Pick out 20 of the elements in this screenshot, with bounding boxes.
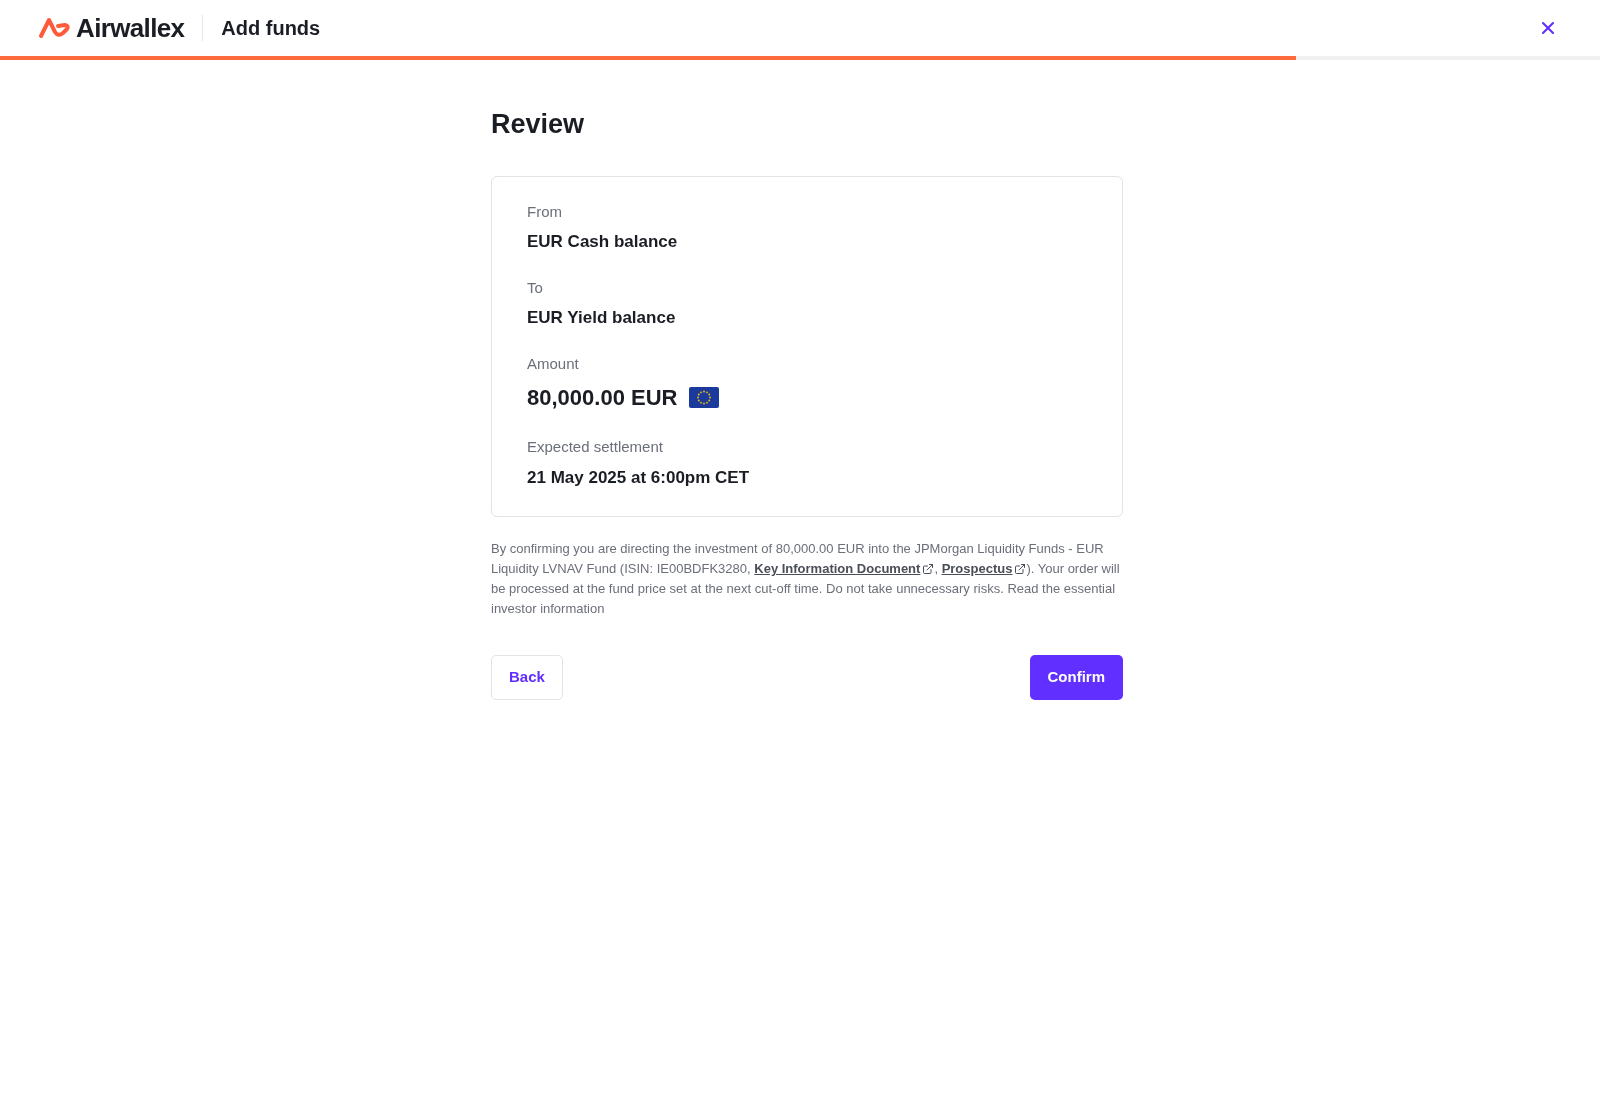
document-link[interactable]: Key Information Document xyxy=(754,559,935,579)
brand-name: Airwallex xyxy=(76,11,185,45)
field-label: From xyxy=(527,201,563,222)
field-value: EUR Yield balance xyxy=(527,307,677,329)
page-title: Review xyxy=(491,108,586,141)
back-button[interactable]: Back xyxy=(491,655,563,700)
field-value: EUR Cash balance xyxy=(527,231,679,253)
header-title: Add funds xyxy=(221,16,321,41)
confirm-button[interactable]: Confirm xyxy=(1029,655,1123,700)
logo-icon xyxy=(38,16,72,40)
external-link-icon xyxy=(922,563,935,575)
eu-flag-icon xyxy=(689,387,720,408)
document-link[interactable]: Prospectus xyxy=(941,559,1027,579)
external-link-icon xyxy=(1014,563,1027,575)
field-value: 21 May 2025 at 6:00pm CET xyxy=(527,466,751,489)
field-label: To xyxy=(527,277,544,298)
amount-value: 80,000.00 EUR xyxy=(527,384,678,412)
disclaimer-text: By confirming you are directing the investment of 80,000.00 EUR into the JPMorgan Liquidity Funds - EUR Liquidity LVNAV Fund (ISIN: IE00BDFK3280, Key Information Document , Prospectus ). Your order will be processed at the fund price set at the next cut-off time. Do not take unnecessary risks. Read the essential investor information xyxy=(491,540,1121,618)
field-label: Expected settlement xyxy=(527,437,664,457)
field-label: Amount xyxy=(527,353,580,374)
